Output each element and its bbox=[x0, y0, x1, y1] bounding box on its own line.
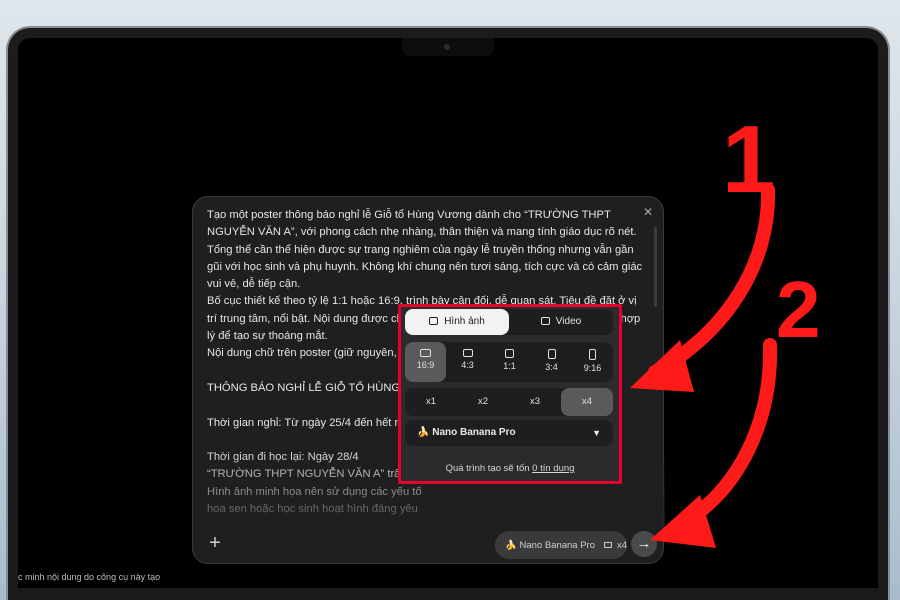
portrait-icon bbox=[589, 349, 596, 360]
aspect-label: 3:4 bbox=[545, 362, 558, 372]
annotation-number-2: 2 bbox=[776, 265, 821, 354]
model-settings-chip[interactable]: 🍌 Nano Banana Pro x4 bbox=[495, 531, 627, 559]
model-select-value: 🍌 Nano Banana Pro bbox=[417, 427, 516, 438]
count-x4-button[interactable]: x4 bbox=[561, 388, 613, 416]
aspect-16-9-button[interactable]: 16:9 bbox=[405, 342, 446, 382]
model-chip-count: x4 bbox=[616, 539, 627, 551]
aspect-4-3-button[interactable]: 4:3 bbox=[447, 342, 488, 382]
camera-notch bbox=[402, 38, 494, 56]
aspect-label: 4:3 bbox=[461, 360, 474, 370]
aspect-3-4-button[interactable]: 3:4 bbox=[531, 342, 572, 382]
scrollbar[interactable] bbox=[654, 227, 657, 307]
credit-cost-text: Quá trình tạo sẽ tốn 0 tín dụng bbox=[401, 463, 619, 474]
add-icon[interactable]: + bbox=[205, 533, 225, 553]
count-x1-button[interactable]: x1 bbox=[405, 388, 457, 416]
credit-link[interactable]: 0 tín dụng bbox=[532, 463, 574, 474]
chevron-down-icon: ▼ bbox=[592, 428, 601, 438]
image-count-options: x1 x2 x3 x4 bbox=[405, 388, 613, 416]
square-icon bbox=[505, 349, 514, 358]
aspect-label: 16:9 bbox=[416, 360, 435, 370]
tab-video-label: Video bbox=[555, 316, 582, 327]
bottom-bar bbox=[18, 588, 878, 600]
landscape-icon bbox=[462, 349, 473, 357]
media-type-tabs: Hình ảnh Video bbox=[405, 309, 613, 335]
aspect-9-16-button[interactable]: 9:16 bbox=[572, 342, 613, 382]
generation-settings-panel: Hình ảnh Video 16:9 4:3 1:1 3:4 9:16 x1 … bbox=[398, 304, 622, 484]
model-chip-label: 🍌 Nano Banana Pro bbox=[505, 539, 595, 551]
landscape-icon bbox=[420, 349, 431, 357]
aspect-label: 9:16 bbox=[583, 363, 602, 373]
model-select[interactable]: 🍌 Nano Banana Pro ▼ bbox=[405, 420, 613, 446]
aspect-ratio-options: 16:9 4:3 1:1 3:4 9:16 bbox=[405, 342, 613, 382]
camera-icon bbox=[444, 44, 450, 50]
portrait-icon bbox=[547, 349, 556, 359]
send-button[interactable]: → bbox=[631, 531, 657, 557]
cost-prefix: Quá trình tạo sẽ tốn bbox=[445, 463, 533, 474]
tab-video[interactable]: Video bbox=[509, 309, 613, 335]
footer-disclaimer: c minh nội dung do công cụ này tạo bbox=[18, 572, 161, 582]
arrow-right-icon: → bbox=[636, 535, 652, 552]
count-x3-button[interactable]: x3 bbox=[509, 388, 561, 416]
tab-image[interactable]: Hình ảnh bbox=[405, 309, 509, 335]
annotation-number-1: 1 bbox=[722, 106, 776, 213]
video-icon bbox=[540, 317, 550, 325]
tab-image-label: Hình ảnh bbox=[444, 316, 485, 327]
aspect-ratio-icon bbox=[604, 542, 612, 548]
close-icon[interactable]: ✕ bbox=[641, 205, 655, 219]
image-icon bbox=[429, 317, 439, 325]
aspect-label: 1:1 bbox=[503, 361, 516, 371]
count-x2-button[interactable]: x2 bbox=[457, 388, 509, 416]
aspect-1-1-button[interactable]: 1:1 bbox=[489, 342, 530, 382]
